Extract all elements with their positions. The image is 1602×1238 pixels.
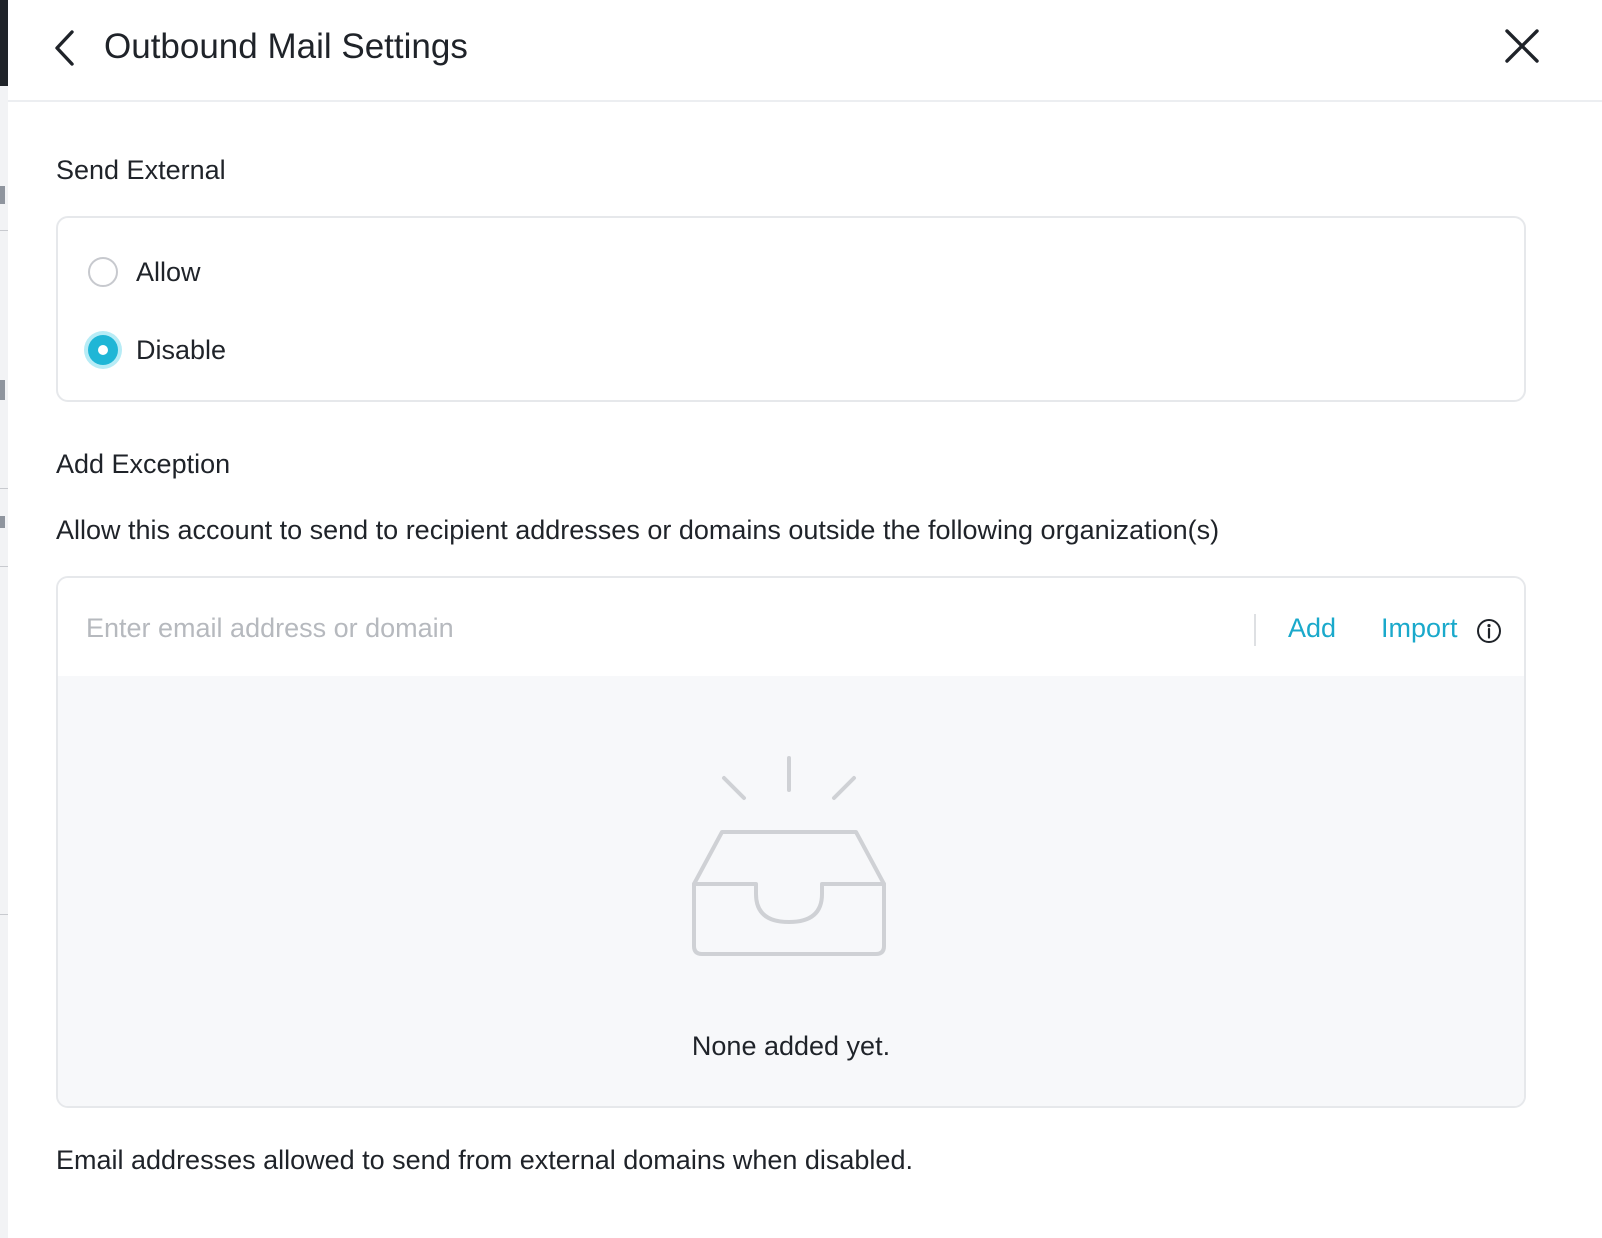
disable-label: Disable — [136, 334, 227, 365]
background-app-line — [0, 230, 8, 231]
exception-description: Allow this account to send to recipient … — [56, 515, 1220, 545]
background-app-mark — [0, 516, 5, 528]
send-external-options: Allow Disable — [56, 216, 1526, 402]
background-app-mark — [0, 380, 5, 400]
close-icon — [1505, 29, 1539, 63]
chevron-left-icon — [55, 30, 74, 66]
email-domain-input[interactable] — [86, 606, 1226, 650]
import-button[interactable]: Import — [1381, 608, 1458, 648]
empty-inbox-icon — [692, 756, 886, 956]
info-icon[interactable] — [1476, 618, 1502, 644]
empty-state: None added yet. — [58, 676, 1524, 1106]
panel-header: Outbound Mail Settings — [8, 0, 1602, 102]
close-button[interactable] — [1502, 26, 1542, 66]
back-button[interactable] — [48, 26, 84, 70]
outbound-mail-settings-panel: Outbound Mail Settings Send External All… — [8, 0, 1602, 1238]
exception-list-box: Add Import None added yet. — [56, 576, 1526, 1108]
allow-radio[interactable] — [88, 257, 118, 287]
radio-option-allow[interactable]: Allow — [88, 252, 201, 292]
input-divider — [1254, 614, 1256, 646]
footer-note: Email addresses allowed to send from ext… — [56, 1145, 913, 1175]
allow-label: Allow — [136, 256, 201, 287]
radio-option-disable[interactable]: Disable — [88, 330, 226, 370]
background-app-mark — [0, 186, 5, 204]
background-app-line — [0, 566, 8, 567]
send-external-label: Send External — [56, 155, 226, 185]
empty-state-text: None added yet. — [691, 1031, 891, 1061]
background-app-edge — [0, 0, 8, 1238]
add-button[interactable]: Add — [1288, 608, 1336, 648]
exception-input-row: Add Import — [58, 578, 1524, 678]
background-app-line — [0, 488, 8, 489]
disable-radio[interactable] — [88, 335, 118, 365]
background-app-dark-block — [0, 0, 8, 86]
add-exception-label: Add Exception — [56, 449, 231, 479]
page-title: Outbound Mail Settings — [104, 27, 468, 66]
background-app-line — [0, 914, 8, 915]
